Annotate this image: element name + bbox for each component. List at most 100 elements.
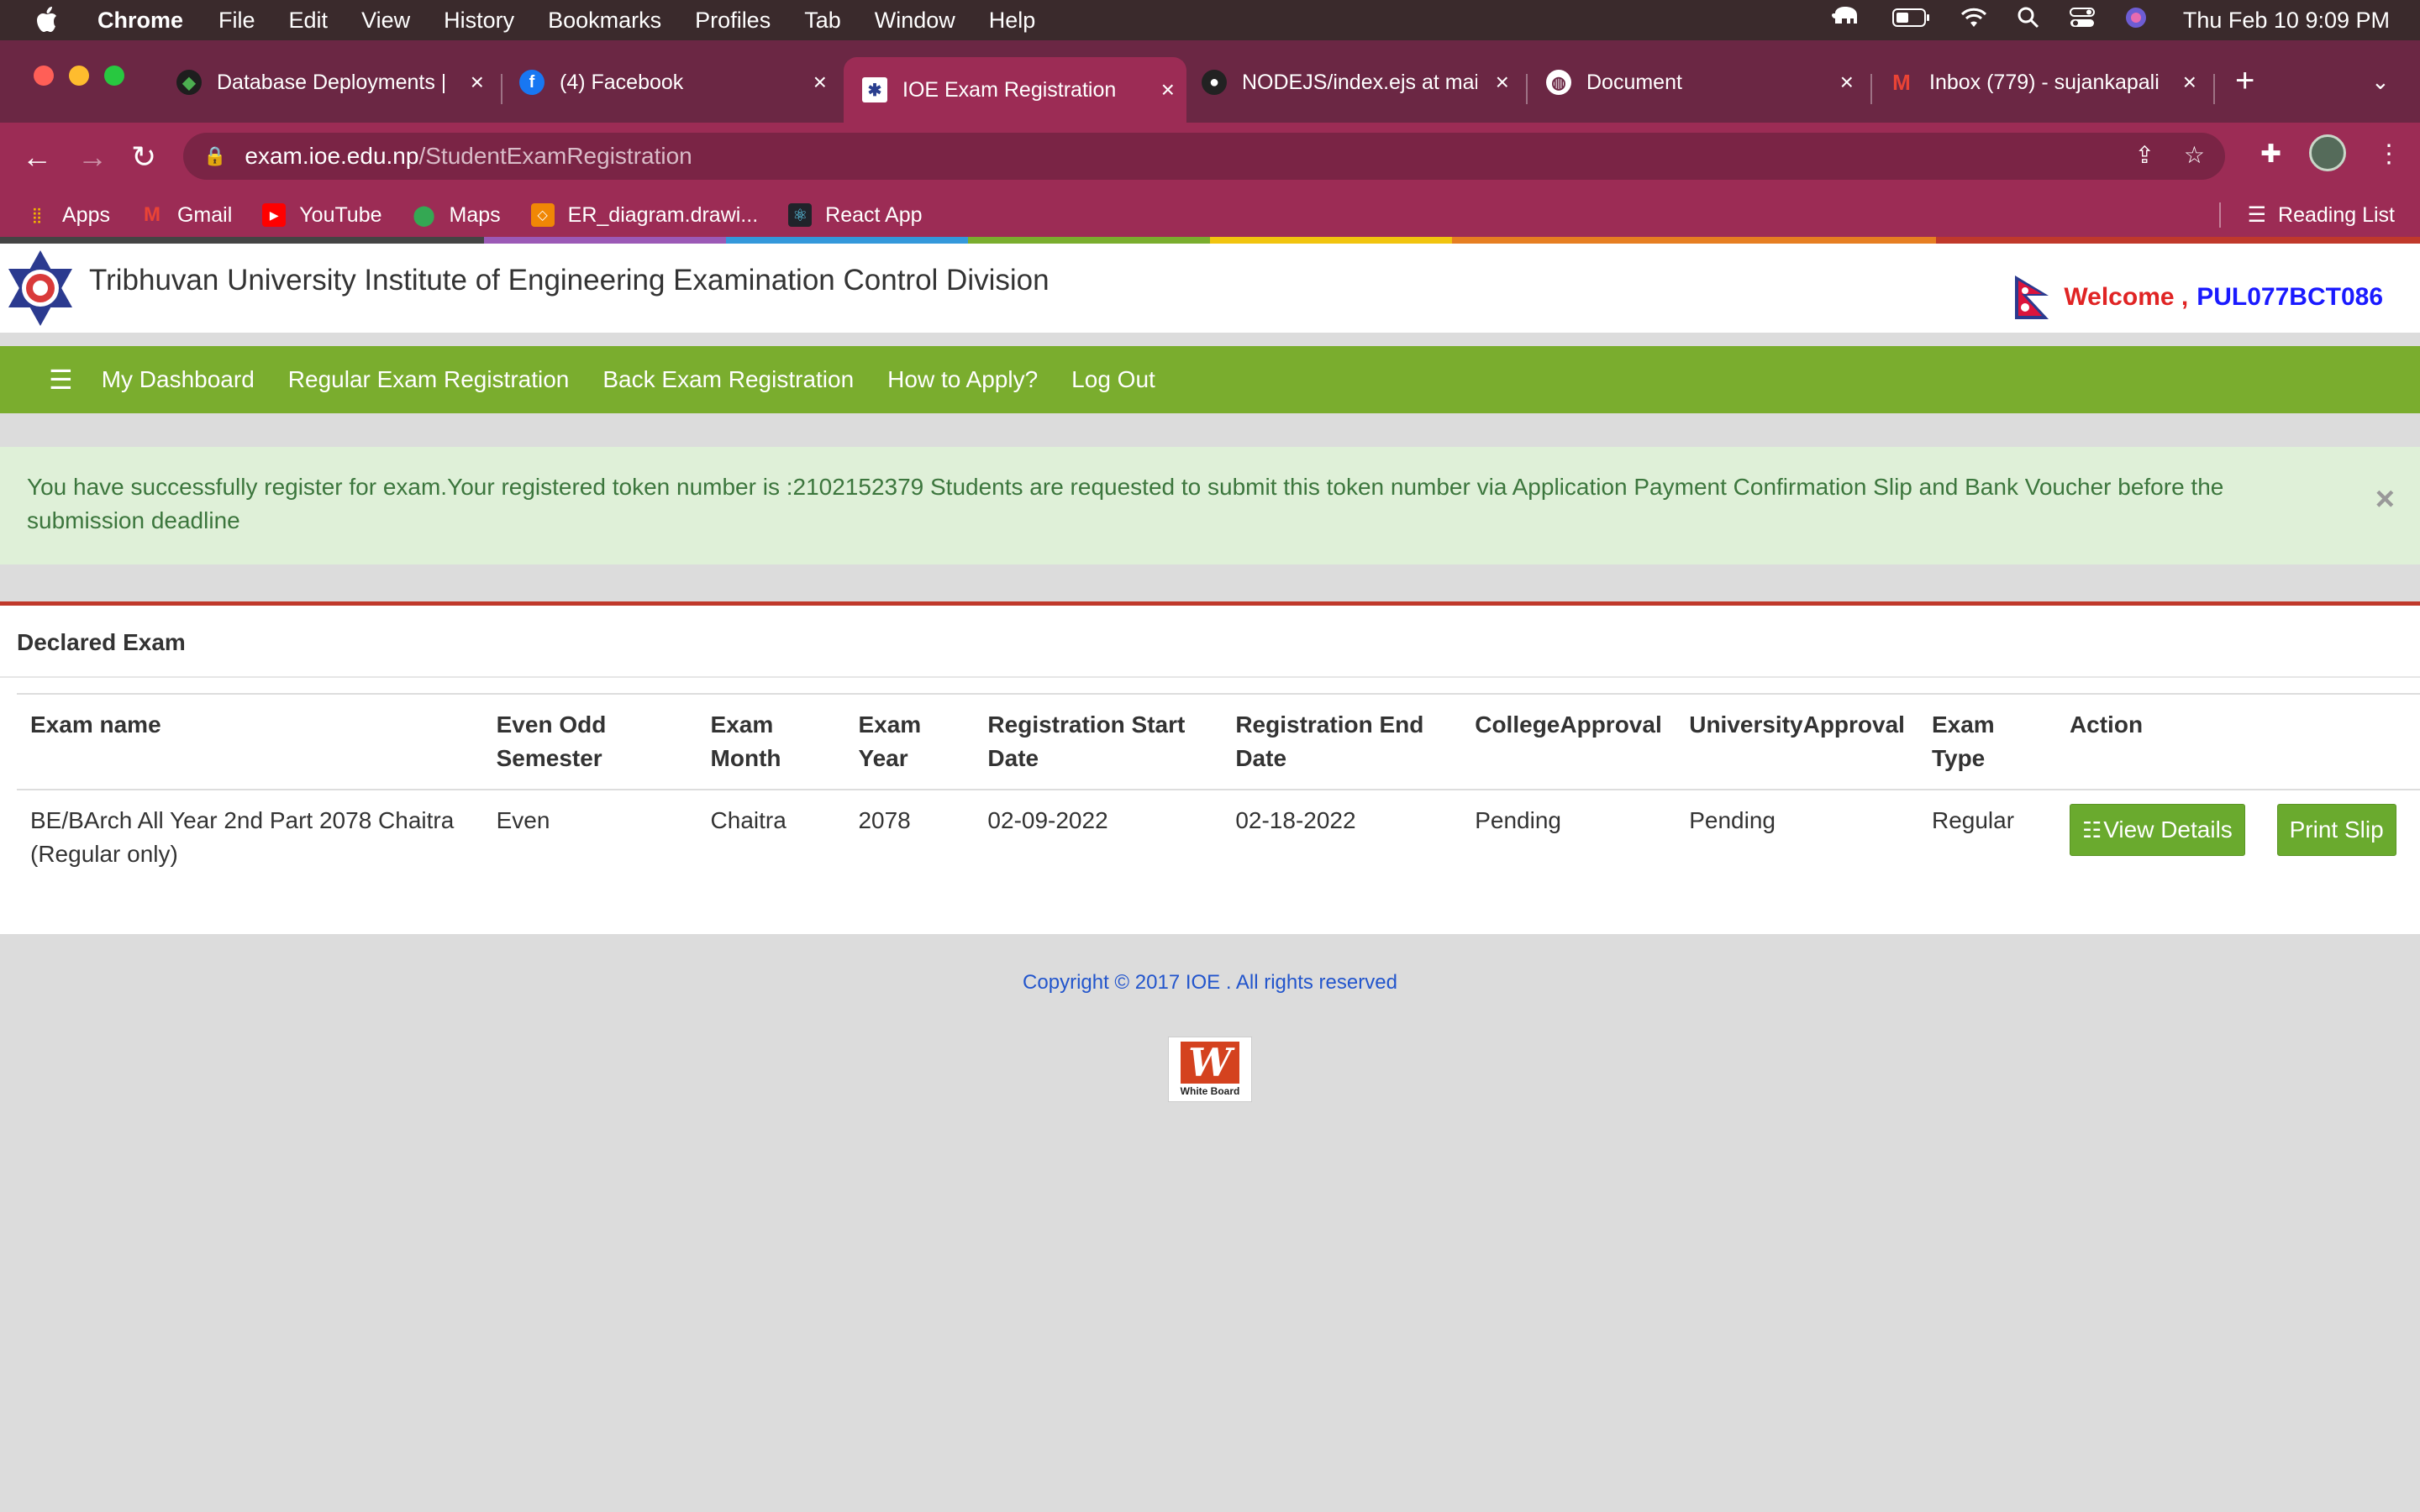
username[interactable]: PUL077BCT086 [2196, 283, 2383, 312]
extensions-puzzle-icon[interactable]: ✚ [2260, 139, 2281, 169]
battery-icon[interactable] [1891, 8, 1931, 34]
print-slip-label: Print Slip [2289, 816, 2384, 843]
hamburger-menu-icon[interactable]: ☰ [49, 364, 73, 396]
menu-history[interactable]: History [444, 8, 514, 34]
tab-strip: ◆ Database Deployments | × f (4) Faceboo… [0, 40, 2420, 123]
close-tab-icon[interactable]: × [1161, 76, 1175, 103]
nav-how-to-apply[interactable]: How to Apply? [887, 366, 1038, 393]
github-icon: ● [1202, 70, 1227, 95]
spotlight-search-icon[interactable] [2017, 6, 2040, 35]
control-center-icon[interactable] [2069, 6, 2096, 35]
tab-title: IOE Exam Registration [902, 77, 1117, 102]
globe-icon: ◍ [1546, 70, 1571, 95]
nav-log-out[interactable]: Log Out [1071, 366, 1155, 393]
apple-icon[interactable] [34, 6, 67, 34]
bookmark-er-diagram[interactable]: ◇ ER_diagram.drawi... [530, 203, 758, 228]
column-header: Exam Type [1918, 693, 2056, 790]
cell-actions: ☷View Details Print Slip [2056, 790, 2420, 885]
bookmark-maps[interactable]: ⬤ Maps [413, 203, 501, 228]
copyright: Copyright © 2017 IOE . All rights reserv… [1023, 971, 1397, 994]
menu-edit[interactable]: Edit [289, 8, 329, 34]
close-tab-icon[interactable]: × [813, 69, 827, 96]
minimize-window-button[interactable] [69, 66, 89, 86]
column-header: Action [2055, 693, 2420, 790]
close-tab-icon[interactable]: × [471, 69, 484, 96]
forward-arrow-icon[interactable]: → [77, 139, 108, 175]
column-header: Exam Year [844, 693, 975, 790]
menu-window[interactable]: Window [875, 8, 955, 34]
zoom-window-button[interactable] [104, 66, 124, 86]
close-window-button[interactable] [34, 66, 54, 86]
facebook-icon: f [519, 70, 544, 95]
close-tab-icon[interactable]: × [2183, 69, 2196, 96]
bookmark-star-icon[interactable]: ☆ [2184, 141, 2205, 169]
cell-semester: Even [496, 807, 550, 833]
nav-regular-exam-registration[interactable]: Regular Exam Registration [288, 366, 570, 393]
bookmark-gmail[interactable]: M Gmail [140, 203, 232, 228]
menu-tab[interactable]: Tab [804, 8, 841, 34]
column-header: Registration End Date [1222, 693, 1462, 790]
share-icon[interactable]: ⇪ [2135, 141, 2154, 169]
nav-my-dashboard[interactable]: My Dashboard [102, 366, 255, 393]
tu-logo-icon[interactable] [5, 249, 76, 328]
browser-toolbar: ← → ↻ 🔒 exam.ioe.edu.np/StudentExamRegis… [0, 123, 2420, 244]
tab-document[interactable]: ◍ Document × [1546, 57, 1865, 108]
bookmark-react-app[interactable]: ⚛ React App [788, 202, 923, 228]
bookmark-label: Gmail [176, 202, 233, 227]
address-bar[interactable]: 🔒 exam.ioe.edu.np/StudentExamRegistratio… [183, 133, 2225, 180]
column-header: Even Odd Semester [482, 693, 697, 790]
cell-start-date: 02-09-2022 [987, 807, 1108, 833]
tab-divider [1870, 74, 1872, 104]
more-menu-icon[interactable]: ⋮ [2376, 139, 2402, 169]
close-tab-icon[interactable]: × [1496, 69, 1509, 96]
back-arrow-icon[interactable]: ← [22, 139, 52, 175]
menu-help[interactable]: Help [989, 8, 1036, 34]
elephant-icon[interactable] [1830, 5, 1864, 36]
welcome-text: Welcome , [2064, 283, 2189, 311]
wifi-icon[interactable] [1960, 7, 1988, 34]
siri-icon[interactable] [2124, 6, 2148, 35]
reload-icon[interactable]: ↻ [131, 139, 156, 175]
tab-title: (4) Facebook [560, 70, 684, 94]
menu-bookmarks[interactable]: Bookmarks [548, 8, 661, 34]
tab-database-deployments[interactable]: ◆ Database Deployments | × [176, 57, 496, 108]
menubar-clock[interactable]: Thu Feb 10 9:09 PM [2183, 8, 2390, 34]
view-details-button[interactable]: ☷View Details [2069, 804, 2245, 856]
maps-icon: ⬤ [413, 203, 435, 227]
new-tab-plus-icon[interactable]: + [2235, 62, 2254, 100]
tab-title: NODEJS/index.ejs at mai [1242, 70, 1477, 94]
profile-avatar[interactable] [2309, 134, 2346, 171]
menu-profiles[interactable]: Profiles [695, 8, 771, 34]
bookmark-youtube[interactable]: ▶ YouTube [262, 203, 382, 228]
tab-github-nodejs[interactable]: ● NODEJS/index.ejs at mai × [1202, 57, 1521, 108]
close-alert-icon[interactable]: × [2375, 482, 2395, 516]
table-row: BE/BArch All Year 2nd Part 2078 Chaitra … [17, 790, 2420, 885]
tab-search-chevron-icon[interactable]: ⌄ [2371, 69, 2390, 95]
nav-back-exam-registration[interactable]: Back Exam Registration [602, 366, 854, 393]
cell-exam-name: BE/BArch All Year 2nd Part 2078 Chaitra … [30, 807, 455, 867]
tab-facebook[interactable]: f (4) Facebook × [519, 57, 839, 108]
rainbow-stripe [0, 237, 2420, 244]
tab-divider [1526, 74, 1528, 104]
bookmark-apps[interactable]: ⣿ Apps [25, 203, 110, 228]
menu-app-name[interactable]: Chrome [97, 8, 183, 34]
tab-ioe-exam-registration[interactable]: ✱ IOE Exam Registration × [844, 57, 1186, 123]
alert-message: You have successfully register for exam.… [27, 474, 2224, 533]
bookmark-label: React App [825, 202, 923, 227]
bookmarks-bar: ⣿ Apps M Gmail ▶ YouTube ⬤ Maps ◇ ER_dia… [0, 190, 2420, 240]
welcome-user: Welcome , PUL077BCT086 [2012, 274, 2383, 321]
print-slip-button[interactable]: Print Slip [2276, 804, 2396, 856]
browser-window: ◆ Database Deployments | × f (4) Faceboo… [0, 40, 2420, 244]
whiteboard-logo[interactable]: W White Board [1168, 1037, 1252, 1102]
youtube-icon: ▶ [262, 203, 287, 227]
menu-file[interactable]: File [218, 8, 255, 34]
tab-gmail-inbox[interactable]: M Inbox (779) - sujankapali × [1889, 57, 2208, 108]
whiteboard-w-mark: W [1181, 1040, 1239, 1085]
tab-divider [2213, 74, 2215, 104]
cell-university-approval: Pending [1689, 807, 1776, 833]
reading-list-button[interactable]: ☰ Reading List [2218, 202, 2395, 228]
close-tab-icon[interactable]: × [1840, 69, 1854, 96]
menu-view[interactable]: View [361, 8, 410, 34]
lock-icon[interactable]: 🔒 [203, 145, 226, 167]
cell-month: Chaitra [710, 807, 786, 833]
